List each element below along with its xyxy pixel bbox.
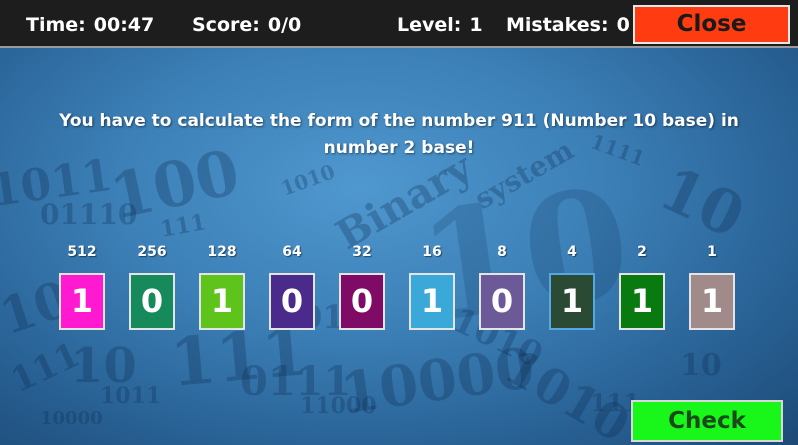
- bit-weight-256: 256: [137, 244, 167, 260]
- background-decoration: 10000: [336, 334, 539, 428]
- bit-weight-2: 2: [637, 244, 647, 260]
- question-text: You have to calculate the form of the nu…: [40, 108, 758, 162]
- question-line-2: number 2 base!: [323, 138, 475, 158]
- top-bar: Time: 00:47 Score: 0/0 Level: 1 Mistakes: 0 …: [0, 0, 798, 48]
- bit-tile-1[interactable]: 1: [689, 273, 735, 330]
- bit-weight-512: 512: [67, 244, 97, 260]
- level-display: Level: 1: [397, 13, 483, 37]
- bit-tile-32[interactable]: 0: [339, 273, 385, 330]
- bit-weight-64: 64: [282, 244, 302, 260]
- score-display: Score: 0/0: [192, 13, 301, 37]
- close-button[interactable]: Close: [633, 5, 790, 44]
- background-decoration: 111: [4, 334, 87, 402]
- bit-tile-2[interactable]: 1: [619, 273, 665, 330]
- level-value: 1: [469, 14, 483, 36]
- game-board: 1011 100 01110 111 1010 Binary system 11…: [0, 48, 798, 445]
- bit-tile-128[interactable]: 1: [199, 273, 245, 330]
- background-decoration: 10: [70, 338, 137, 394]
- score-value: 0/0: [267, 14, 302, 36]
- bit-weight-1: 1: [707, 244, 717, 260]
- bit-tile-16[interactable]: 1: [409, 273, 455, 330]
- background-decoration: 1010: [277, 159, 339, 201]
- level-label: Level:: [397, 14, 462, 36]
- background-decoration: 11000: [300, 393, 377, 419]
- score-label: Score:: [192, 14, 260, 36]
- bit-tile-4[interactable]: 1: [549, 273, 595, 330]
- background-decoration: 1011: [100, 383, 162, 409]
- check-button[interactable]: Check: [631, 400, 783, 442]
- bit-weight-8: 8: [497, 244, 507, 260]
- bit-weight-16: 16: [422, 244, 442, 260]
- mistakes-label: Mistakes:: [506, 14, 609, 36]
- mistakes-display: Mistakes: 0: [506, 13, 630, 37]
- mistakes-value: 0: [616, 14, 630, 36]
- bit-weight-128: 128: [207, 244, 237, 260]
- bit-weight-32: 32: [352, 244, 372, 260]
- bit-tile-256[interactable]: 0: [129, 273, 175, 330]
- background-decoration: 0111: [240, 358, 352, 405]
- background-decoration: 01110: [40, 198, 138, 231]
- bit-weight-4: 4: [567, 244, 577, 260]
- bit-tile-64[interactable]: 0: [269, 273, 315, 330]
- time-value: 00:47: [93, 14, 155, 36]
- background-decoration: 10000: [40, 408, 103, 429]
- time-label: Time:: [26, 14, 86, 36]
- question-line-1: You have to calculate the form of the nu…: [59, 111, 739, 131]
- background-decoration: 10: [680, 348, 722, 383]
- bit-tile-8[interactable]: 0: [479, 273, 525, 330]
- time-display: Time: 00:47: [26, 13, 154, 37]
- background-decoration: 111: [158, 209, 208, 243]
- bit-tile-512[interactable]: 1: [59, 273, 105, 330]
- background-decoration: 1010: [494, 338, 639, 445]
- background-decoration: 10: [649, 153, 755, 253]
